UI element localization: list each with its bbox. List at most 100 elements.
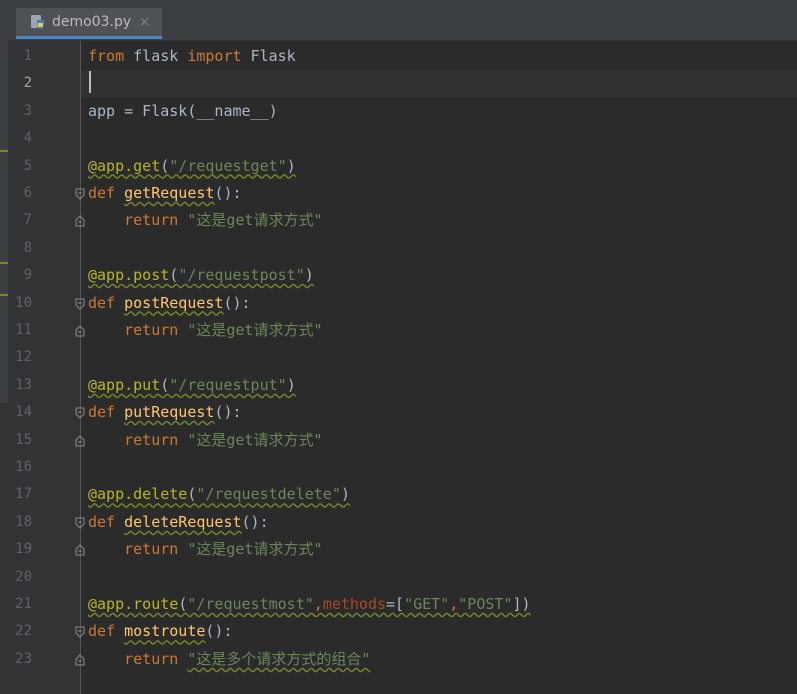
code-line[interactable]: def putRequest(): [88,399,242,426]
code-token: ( [160,375,170,394]
code-line[interactable]: from flask import Flask [88,43,296,70]
code-line[interactable]: return "这是get请求方式" [88,207,323,234]
code-line[interactable]: return "这是多个请求方式的组合" [88,646,370,673]
code-token: def [88,293,125,312]
code-editor[interactable]: 1 2 3 4 5 6 7 8 9 10 11 12 13 14 15 16 17 18 19 20 21 22 23 fr… [8,41,797,694]
code-line[interactable]: @app.delete("/requestdelete") [88,481,350,508]
code-token: "/requestdelete" [196,485,341,504]
fold-close-icon[interactable] [74,325,86,337]
code-token: (): [205,622,233,641]
pane-divider [0,294,8,296]
code-token: ]) [512,595,531,613]
code-line[interactable]: return "这是get请求方式" [88,317,323,344]
code-token: def [88,184,125,202]
code-line[interactable]: def postRequest(): [88,290,251,317]
pane-divider [0,262,8,264]
code-token: (): [214,184,242,202]
code-token: "这是get请求方式" [187,211,323,230]
code-token: def [88,403,125,422]
code-token: (): [241,512,269,531]
close-icon[interactable]: × [139,15,150,30]
code-line[interactable]: def deleteRequest(): [88,509,269,536]
line-number: 4 [23,130,32,147]
code-line[interactable]: def mostroute(): [88,618,233,645]
line-number: 1 [23,48,32,64]
code-token: ) [286,156,296,175]
current-line-highlight [81,70,797,97]
code-token: return [88,211,188,230]
code-token: @app.post [88,266,170,285]
code-token: ) [286,375,296,394]
code-token: app = Flask(__name__) [88,101,278,120]
line-number: 13 [15,376,32,393]
code-token: "/requestget" [169,156,287,175]
code-token: ) [340,485,350,504]
line-number-gutter: 1 2 3 4 5 6 7 8 9 10 11 12 13 14 15 16 17 18 19 20 21 22 23 [8,41,85,694]
code-line[interactable]: @app.get("/requestget") [88,153,296,180]
code-line[interactable]: return "这是get请求方式" [88,427,322,454]
code-line[interactable]: app = Flask(__name__) [88,98,278,125]
code-line[interactable]: def getRequest(): [88,180,242,207]
code-token: ( [160,156,170,175]
code-line[interactable]: @app.put("/requestput") [88,372,296,399]
line-number: 9 [23,267,32,284]
line-number: 16 [15,459,32,475]
adjacent-pane-edge [0,0,8,694]
line-number: 18 [15,513,32,530]
fold-open-icon[interactable] [74,407,86,419]
code-token: "/requestpost" [178,266,305,285]
code-token: ( [169,266,179,285]
line-number: 7 [23,212,32,229]
code-line[interactable]: return "这是get请求方式" [88,536,323,563]
code-token: =[ [386,595,405,613]
code-token: putRequest [124,403,215,422]
code-token: @app.route [88,595,179,613]
fold-open-icon[interactable] [74,517,86,529]
tab-demo03[interactable]: demo03.py × [16,8,162,39]
fold-close-icon[interactable] [74,654,86,666]
code-token: ) [304,266,314,285]
code-token: flask [124,47,188,65]
code-token: "GET" [404,595,450,613]
python-file-icon [31,15,45,29]
fold-open-icon[interactable] [74,298,86,310]
text-caret [89,71,91,93]
code-token: "这是get请求方式" [187,321,323,339]
code-token: @app.put [88,375,161,394]
line-number: 12 [15,349,32,366]
code-token: , [313,595,323,613]
adjacent-pane-lower [0,403,8,694]
fold-open-icon[interactable] [74,188,86,200]
line-number: 6 [23,185,32,201]
line-number: 22 [15,623,32,640]
code-token: deleteRequest [124,512,242,531]
code-token: def [88,512,125,531]
line-number: 10 [15,294,32,311]
code-token: (): [223,293,251,312]
code-token: "这是get请求方式" [187,540,323,559]
code-token: postRequest [124,293,224,312]
code-token: getRequest [124,184,215,202]
fold-close-icon[interactable] [74,215,86,227]
line-number: 3 [23,102,32,119]
code-token: from [88,47,125,65]
fold-close-icon[interactable] [74,544,86,556]
fold-open-icon[interactable] [74,626,86,639]
line-number: 11 [15,322,32,338]
line-number: 19 [15,541,32,558]
code-token: return [88,321,188,339]
tab-label: demo03.py [52,14,132,30]
code-token: ( [178,595,188,613]
editor-tab-bar: demo03.py × [8,0,797,41]
code-line[interactable]: @app.post("/requestpost") [88,262,314,289]
code-token: "这是多个请求方式的组合" [187,649,371,668]
code-token: (): [214,403,242,422]
code-token: methods [322,595,387,613]
code-token: def [88,622,125,641]
code-token: @app.delete [88,485,188,504]
fold-close-icon[interactable] [74,434,86,447]
code-line[interactable]: @app.route("/requestmost",methods=["GET"… [88,591,531,618]
code-token: @app.get [88,156,161,175]
code-token: Flask [241,47,296,65]
line-number: 5 [23,157,32,174]
